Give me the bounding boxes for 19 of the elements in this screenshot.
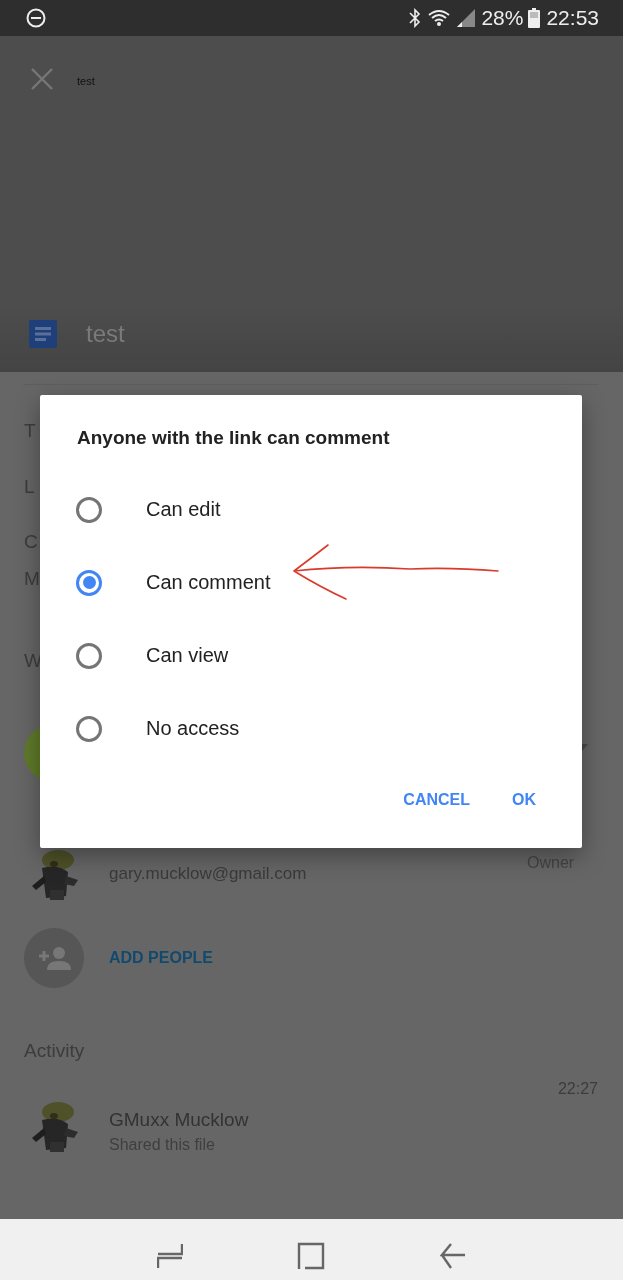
document-icon [29,320,57,348]
radio-option[interactable]: Can view [76,619,229,692]
radio-option[interactable]: No access [76,692,240,765]
back-icon[interactable] [439,1241,466,1270]
tab-title: test [77,75,95,87]
clock: 22:53 [546,6,599,30]
dialog-button[interactable]: OK [508,787,540,813]
recent-apps-icon[interactable] [157,1241,184,1270]
bluetooth-icon [409,8,422,28]
dialog-button[interactable]: CANCEL [399,787,474,813]
wifi-icon [427,9,452,27]
battery-percent: 28% [481,6,524,30]
home-icon[interactable] [297,1241,326,1270]
signal-icon [457,9,476,27]
dialog-title: Anyone with the link can comment [77,427,390,449]
radio-option[interactable]: Can edit [76,473,221,546]
battery-icon [528,8,541,28]
radio-option[interactable]: Can comment [76,546,271,619]
do-not-disturb-icon [26,8,46,28]
